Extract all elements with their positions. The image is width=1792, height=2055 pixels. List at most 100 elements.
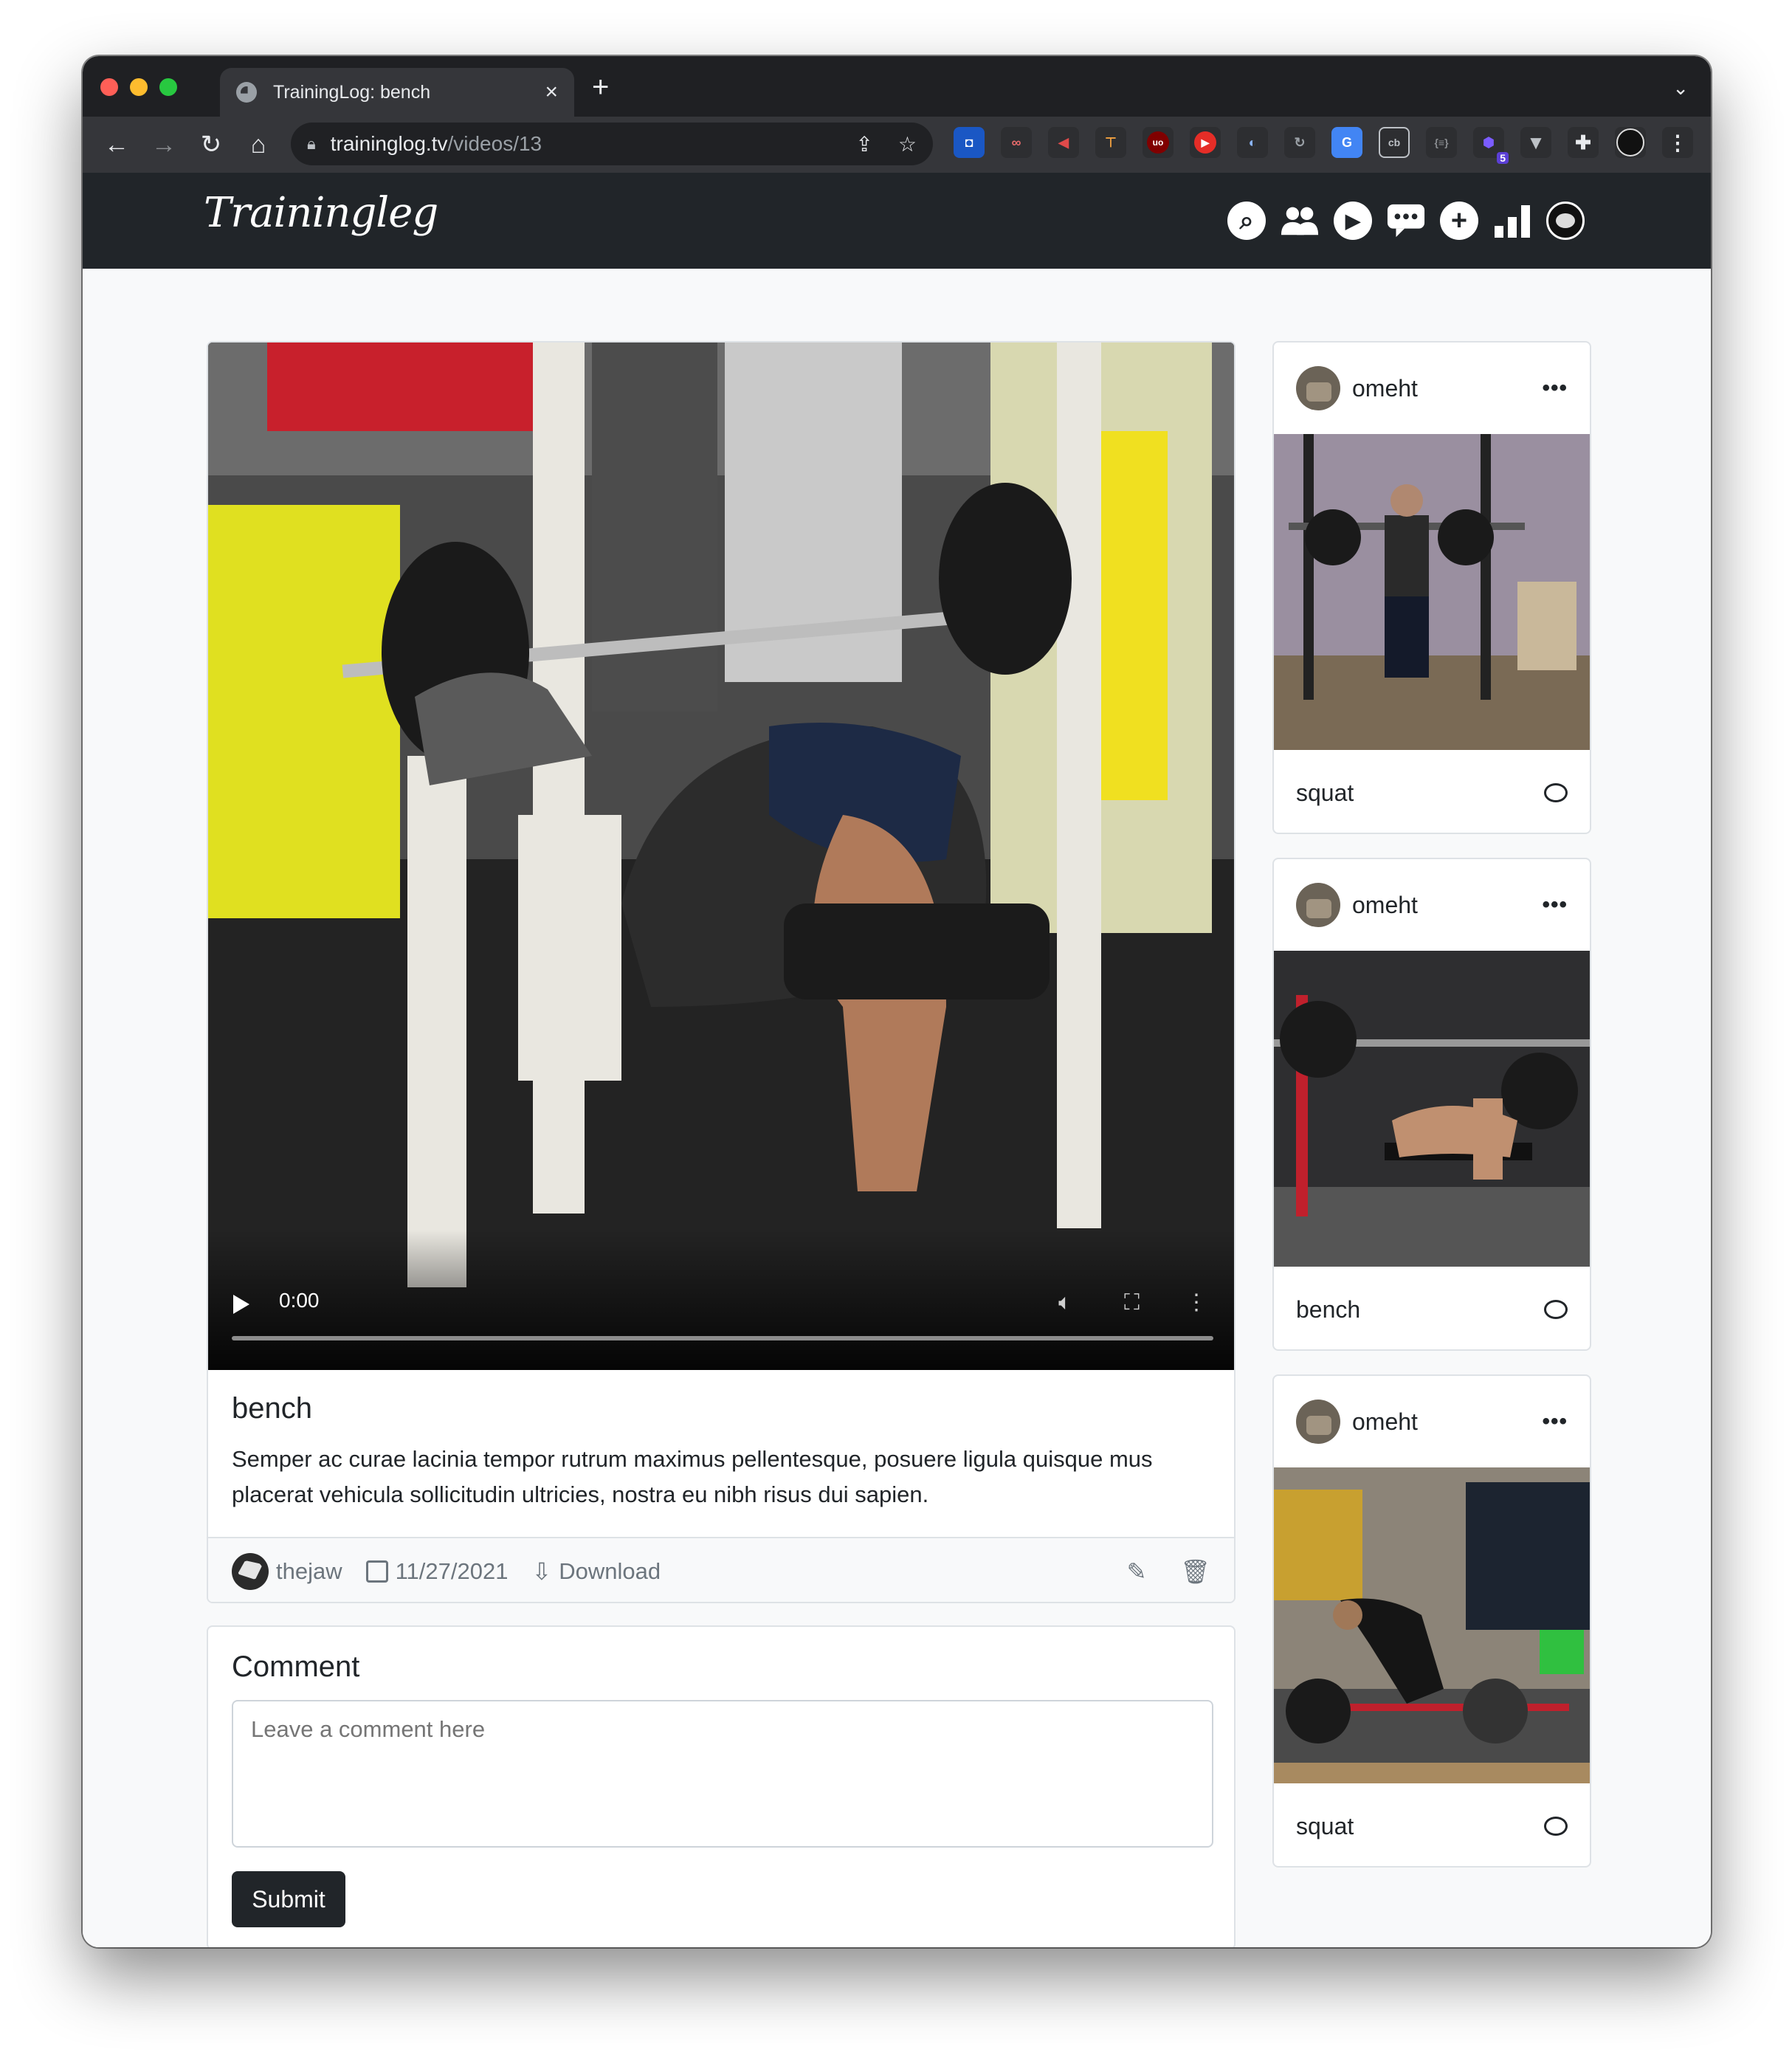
sidebar-video-card[interactable]: omeht ••• bench bbox=[1272, 858, 1591, 1351]
extension-hex-icon[interactable]: ⬢ 5 bbox=[1473, 127, 1509, 164]
card-header: omeht ••• bbox=[1274, 342, 1590, 434]
extension-megaphone-icon[interactable]: ◀ bbox=[1048, 127, 1079, 158]
video-thumbnail[interactable] bbox=[1274, 1467, 1590, 1783]
fullscreen-icon[interactable]: ⛶ bbox=[1124, 1290, 1140, 1315]
comment-input[interactable] bbox=[232, 1700, 1213, 1848]
video-time: 0:00 bbox=[279, 1289, 320, 1312]
more-options-icon[interactable]: ••• bbox=[1542, 1409, 1568, 1434]
avatar[interactable] bbox=[1296, 883, 1340, 927]
lock-icon: 🔒︎ bbox=[307, 134, 316, 153]
video-more-icon[interactable]: ⋮ bbox=[1185, 1290, 1207, 1315]
card-title[interactable]: squat bbox=[1296, 1813, 1354, 1840]
video-card: 0:00 🔈︎ ⛶ ⋮ bench Semper ac curae lacini… bbox=[207, 341, 1236, 1603]
minimize-window-button[interactable] bbox=[130, 78, 148, 96]
video-date: 11/27/2021 bbox=[395, 1558, 509, 1584]
extension-json-icon[interactable]: {≡} bbox=[1426, 127, 1457, 158]
extension-shield-icon[interactable]: ◘ bbox=[954, 127, 985, 158]
close-window-button[interactable] bbox=[100, 78, 118, 96]
plus-icon[interactable]: + bbox=[1439, 201, 1479, 241]
video-controls: 0:00 🔈︎ ⛶ ⋮ bbox=[208, 1230, 1234, 1370]
browser-toolbar: ← → ↻ ⌂ 🔒︎ traininglog.tv /videos/13 ⇪ ☆… bbox=[83, 117, 1711, 173]
tab-title: TrainingLog: bench bbox=[273, 81, 431, 103]
video-thumbnail[interactable] bbox=[1274, 434, 1590, 750]
download-icon[interactable]: ⇩ bbox=[531, 1557, 551, 1586]
new-tab-button[interactable]: + bbox=[592, 72, 609, 102]
url-path: /videos/13 bbox=[447, 132, 542, 155]
video-title: bench bbox=[232, 1392, 312, 1425]
browser-window: TrainingLog: bench × + ⌄ ← → ↻ ⌂ 🔒︎ trai… bbox=[83, 56, 1711, 1947]
user-avatar[interactable] bbox=[1545, 201, 1585, 241]
chart-icon[interactable] bbox=[1492, 201, 1532, 241]
volume-icon[interactable]: 🔈︎ bbox=[1058, 1290, 1072, 1315]
extension-translate-icon[interactable]: G bbox=[1331, 127, 1362, 158]
extension-glasses-icon[interactable]: ∞ bbox=[1001, 127, 1032, 158]
sidebar-video-card[interactable]: omeht ••• squat bbox=[1272, 341, 1591, 834]
play-icon[interactable]: ▶ bbox=[1333, 201, 1373, 241]
video-description: Semper ac curae lacinia tempor rutrum ma… bbox=[232, 1446, 1153, 1507]
extension-hammer-icon[interactable]: ⊤ bbox=[1095, 127, 1126, 158]
submit-button[interactable]: Submit bbox=[232, 1871, 345, 1927]
extension-ublock-icon[interactable]: uo bbox=[1143, 127, 1174, 158]
card-footer: bench bbox=[1274, 1267, 1590, 1349]
tab-close-icon[interactable]: × bbox=[545, 80, 558, 105]
bookmark-star-icon[interactable]: ☆ bbox=[898, 132, 917, 156]
url-host: traininglog.tv bbox=[330, 132, 448, 155]
card-username[interactable]: omeht bbox=[1352, 375, 1418, 402]
search-icon[interactable]: ⌕ bbox=[1227, 201, 1267, 241]
card-username[interactable]: omeht bbox=[1352, 1408, 1418, 1436]
video-thumbnail[interactable] bbox=[1274, 951, 1590, 1267]
play-icon[interactable] bbox=[233, 1295, 249, 1314]
card-username[interactable]: omeht bbox=[1352, 892, 1418, 919]
home-icon[interactable]: ⌂ bbox=[235, 131, 282, 159]
card-footer: squat bbox=[1274, 750, 1590, 833]
reload-icon[interactable]: ↻ bbox=[187, 130, 235, 159]
avatar[interactable] bbox=[1296, 366, 1340, 410]
extensions-area: ◘ ∞ ◀ ⊤ uo ▶ ◐ ↻ G cb {≡} ⬢ 5 ▼ ✚ ⋮ bbox=[954, 127, 1693, 164]
forward-icon[interactable]: → bbox=[140, 131, 187, 159]
comment-card: Comment Submit bbox=[207, 1625, 1236, 1947]
back-icon[interactable]: ← bbox=[93, 131, 140, 159]
comment-icon[interactable] bbox=[1544, 1817, 1568, 1836]
video-player[interactable]: 0:00 🔈︎ ⛶ ⋮ bbox=[208, 342, 1234, 1370]
card-header: omeht ••• bbox=[1274, 1376, 1590, 1467]
trash-icon[interactable]: 🗑︎ bbox=[1180, 1557, 1210, 1586]
avatar[interactable] bbox=[1296, 1400, 1340, 1444]
address-bar[interactable]: 🔒︎ traininglog.tv /videos/13 ⇪ ☆ bbox=[291, 123, 933, 165]
browser-menu-icon[interactable]: ⋮ bbox=[1662, 127, 1693, 158]
browser-tab[interactable]: TrainingLog: bench × bbox=[220, 68, 574, 117]
card-title[interactable]: bench bbox=[1296, 1296, 1360, 1323]
users-icon[interactable] bbox=[1280, 201, 1320, 241]
site-logo[interactable]: Trainingleg bbox=[204, 189, 438, 237]
author-name[interactable]: thejaw bbox=[276, 1558, 342, 1585]
card-title[interactable]: squat bbox=[1296, 779, 1354, 807]
edit-icon[interactable]: ✎ bbox=[1127, 1557, 1147, 1586]
more-options-icon[interactable]: ••• bbox=[1542, 892, 1568, 918]
site-nav-icons: ⌕ ▶ + bbox=[1227, 201, 1585, 241]
extension-compass-icon[interactable]: ◐ bbox=[1237, 127, 1268, 158]
comment-heading: Comment bbox=[232, 1650, 360, 1683]
profile-avatar[interactable] bbox=[1615, 127, 1646, 158]
extension-v-icon[interactable]: ▼ bbox=[1520, 127, 1551, 158]
author-avatar[interactable] bbox=[232, 1553, 269, 1590]
download-link[interactable]: Download bbox=[559, 1558, 661, 1585]
calendar-icon bbox=[365, 1560, 388, 1583]
tab-search-icon[interactable]: ⌄ bbox=[1672, 77, 1689, 100]
sidebar-video-card[interactable]: omeht ••• squat bbox=[1272, 1374, 1591, 1868]
extension-youtube-icon[interactable]: ▶ bbox=[1190, 127, 1221, 158]
extensions-puzzle-icon[interactable]: ✚ bbox=[1568, 127, 1599, 158]
more-options-icon[interactable]: ••• bbox=[1542, 376, 1568, 401]
card-header: omeht ••• bbox=[1274, 859, 1590, 951]
extension-badge: 5 bbox=[1497, 152, 1509, 164]
video-progress-bar[interactable] bbox=[232, 1336, 1213, 1340]
zoom-window-button[interactable] bbox=[159, 78, 177, 96]
extension-cb-icon[interactable]: cb bbox=[1379, 127, 1410, 158]
chat-icon[interactable] bbox=[1386, 201, 1426, 241]
video-meta: thejaw 11/27/2021 ⇩ Download ✎ 🗑︎ bbox=[208, 1537, 1234, 1602]
share-icon[interactable]: ⇪ bbox=[855, 132, 872, 156]
video-info: bench Semper ac curae lacinia tempor rut… bbox=[208, 1370, 1234, 1535]
extension-refresh-icon[interactable]: ↻ bbox=[1284, 127, 1315, 158]
card-footer: squat bbox=[1274, 1783, 1590, 1866]
comment-icon[interactable] bbox=[1544, 783, 1568, 802]
tab-bar: TrainingLog: bench × + ⌄ bbox=[83, 56, 1711, 117]
comment-icon[interactable] bbox=[1544, 1300, 1568, 1319]
